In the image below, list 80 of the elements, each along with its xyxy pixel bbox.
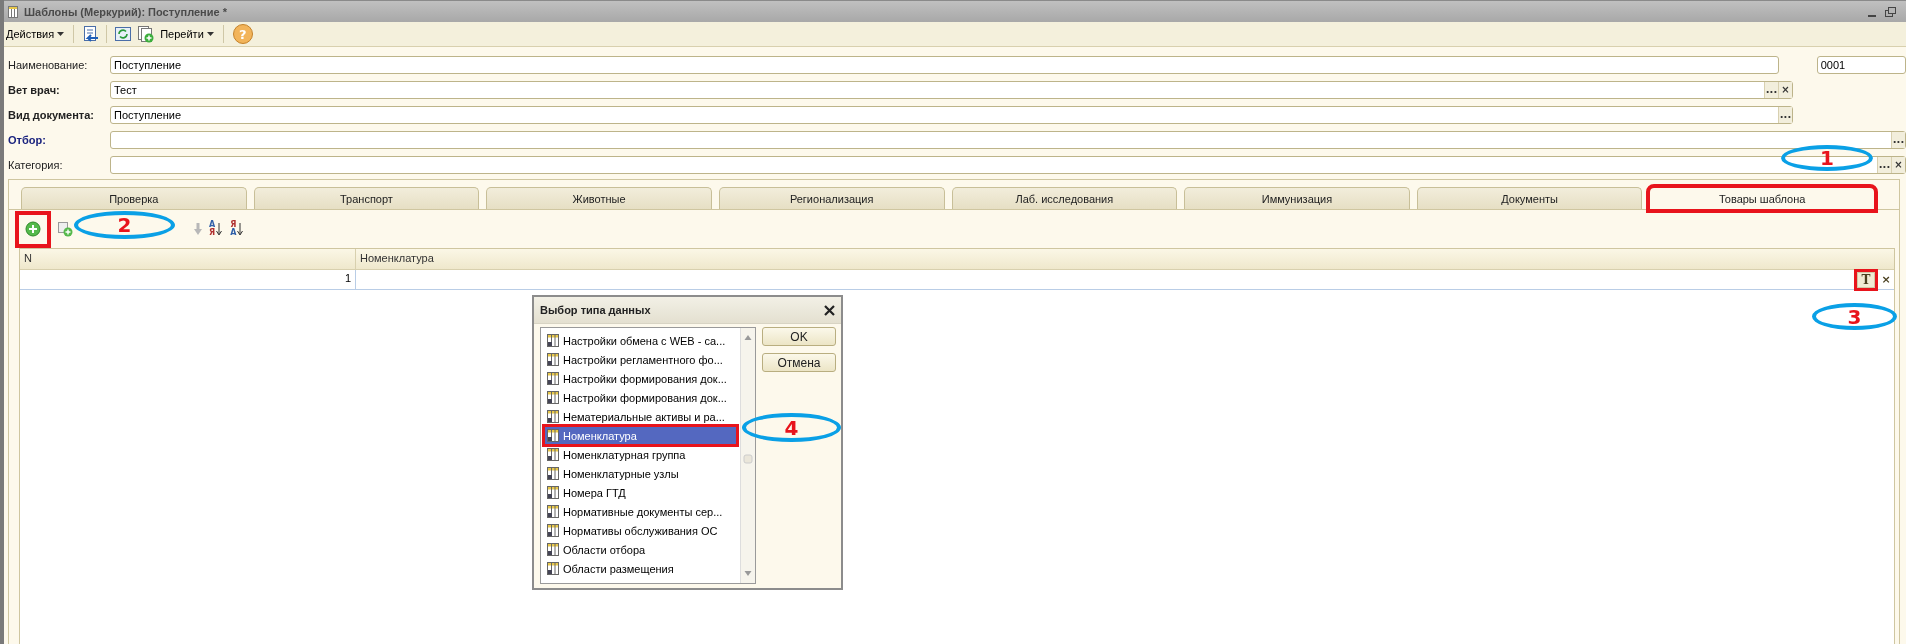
table-icon[interactable] [547,372,559,385]
field-label: Категория: [8,159,64,171]
table-icon[interactable] [547,334,559,347]
tab[interactable]: Транспорт [253,187,480,209]
list-item[interactable]: Настройки формирования док... [544,388,737,407]
list-item[interactable]: Настройки формирования док... [544,369,737,388]
table-icon[interactable] [547,448,559,461]
dialog-title: Выбор типа данных [540,304,651,316]
restore-icon[interactable] [1884,5,1898,18]
list-item[interactable]: Номера ГТД [544,483,737,502]
list-item[interactable]: Настройки регламентного фо... [544,350,737,369]
code-field[interactable]: 0001 [1816,56,1906,74]
field-label: Вет врач: [8,84,61,96]
callout-ellipse: 3 [1812,303,1897,330]
close-icon[interactable] [824,304,835,316]
callout-ellipse: 2 [74,211,175,239]
tab[interactable]: Товары шаблона [1649,187,1875,210]
callout-ellipse: 4 [742,413,841,442]
table-icon[interactable] [547,505,559,518]
list-item[interactable]: Номенклатурные узлы [544,464,737,483]
list-item[interactable]: Номенклатурная группа [544,445,737,464]
tab[interactable]: Документы [1416,187,1643,209]
field-label: Отбор: [8,134,47,146]
window-title: Шаблоны (Меркурий): Поступление * [24,5,227,18]
tab[interactable]: Регионализация [718,187,945,209]
list-item[interactable]: Области отбора [544,540,737,559]
field-label: Наименование: [8,59,89,71]
scrollbar-drawing[interactable] [740,328,755,583]
table-cell: 1 [20,270,356,289]
field-label: Вид документа: [8,109,95,121]
table-icon[interactable] [547,524,559,537]
field-button[interactable]: ... [1764,82,1778,98]
field-button[interactable]: × [1778,82,1792,98]
list-item[interactable]: Нематериальные активы и ра... [544,407,737,426]
tab[interactable]: Животные [486,187,712,209]
cell-button[interactable]: × [1880,271,1892,288]
input-field[interactable]: Тест ... × [110,81,1793,99]
input-field[interactable]: ... [110,131,1906,149]
copy-add-icon[interactable] [57,221,73,237]
input-field[interactable]: Поступление ... [110,106,1793,124]
column-header[interactable]: Номенклатура [356,249,1894,269]
dialog-button[interactable]: OK [762,327,836,346]
table-icon[interactable] [547,467,559,480]
table-icon[interactable] [547,391,559,404]
list-item[interactable]: Области размещения [544,559,737,578]
field-button[interactable]: ... [1778,107,1792,123]
list-item[interactable]: Нормативные документы сер... [544,502,737,521]
add-document-icon[interactable] [136,25,155,43]
form-icon[interactable] [8,5,18,18]
table-icon[interactable] [547,543,559,556]
table-icon[interactable] [547,486,559,499]
field-button[interactable]: ... [1877,157,1891,173]
field-button[interactable]: × [1891,157,1905,173]
table-icon[interactable] [547,429,559,442]
tab[interactable]: Лаб. исследования [951,187,1178,209]
caret-icon[interactable] [206,32,214,36]
list-item[interactable]: Настройки обмена с WEB - са... [544,331,737,350]
list-item[interactable]: Нормативы обслуживания ОС [544,521,737,540]
callout-ellipse: 1 [1781,145,1873,171]
caret-icon[interactable] [57,32,65,36]
refresh-icon[interactable] [114,25,133,43]
menu-button[interactable]: Действия [4,28,67,40]
field-button[interactable]: ... [1891,132,1905,148]
column-header[interactable]: N [20,249,356,269]
list-item[interactable]: Номенклатура [544,426,737,445]
tab[interactable]: Проверка [21,187,247,209]
tab[interactable]: Иммунизация [1184,187,1410,209]
add-icon[interactable] [25,221,41,237]
down-arrow-icon [237,222,244,236]
table-icon[interactable] [547,353,559,366]
sort-button[interactable]: A Я [207,221,225,237]
table-cell[interactable]: T × [356,270,1894,289]
table-icon[interactable] [547,410,559,423]
input-field[interactable]: Поступление [110,56,1779,74]
table-icon[interactable] [547,562,559,575]
menu-button[interactable]: Перейти [158,28,216,40]
sort-button[interactable]: Я A [228,221,246,237]
down-arrow-icon [216,222,223,236]
dialog-button[interactable]: Отмена [762,353,836,372]
cell-button[interactable]: T [1857,271,1875,288]
